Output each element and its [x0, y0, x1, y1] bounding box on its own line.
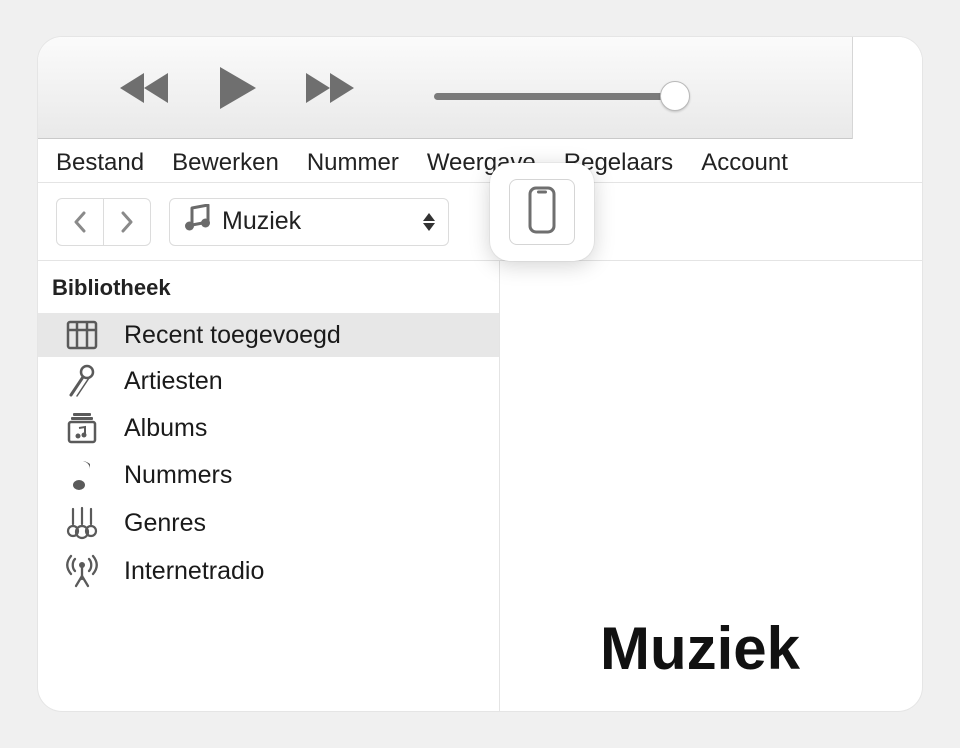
now-playing-panel [852, 37, 922, 139]
device-button-callout [490, 163, 594, 261]
play-button[interactable] [214, 65, 260, 111]
menu-account[interactable]: Account [701, 149, 788, 177]
library-source-select[interactable]: Muziek [169, 198, 449, 246]
sidebar: Bibliotheek Recent toegevoegd Artiesten … [38, 261, 500, 711]
music-icon [184, 204, 210, 239]
content-area: Bibliotheek Recent toegevoegd Artiesten … [38, 261, 922, 711]
menu-bestand[interactable]: Bestand [56, 149, 144, 177]
album-icon [62, 412, 102, 444]
library-source-label: Muziek [222, 207, 301, 236]
sidebar-item-label: Artiesten [124, 367, 223, 396]
sidebar-item-recent[interactable]: Recent toegevoegd [38, 313, 499, 357]
sidebar-item-label: Recent toegevoegd [124, 321, 341, 350]
chevron-left-icon [73, 211, 87, 233]
antenna-icon [62, 554, 102, 588]
volume-slider[interactable] [434, 81, 690, 111]
guitars-icon [62, 506, 102, 540]
sidebar-section-header: Bibliotheek [38, 261, 499, 313]
main-panel: Muziek [500, 261, 922, 711]
sidebar-item-albums[interactable]: Albums [38, 405, 499, 451]
phone-icon [527, 186, 557, 239]
note-icon [62, 458, 102, 492]
volume-knob[interactable] [660, 81, 690, 111]
volume-track [434, 93, 676, 100]
sidebar-item-songs[interactable]: Nummers [38, 451, 499, 499]
page-title: Muziek [600, 614, 800, 683]
chevron-right-icon [120, 211, 134, 233]
playback-controls [118, 65, 356, 111]
nav-forward-button[interactable] [103, 198, 151, 246]
sidebar-item-label: Internetradio [124, 557, 264, 586]
sidebar-item-label: Albums [124, 414, 207, 443]
menubar: Bestand Bewerken Nummer Weergave Regelaa… [38, 139, 922, 183]
playback-bar [38, 37, 922, 139]
menu-nummer[interactable]: Nummer [307, 149, 399, 177]
fast-forward-button[interactable] [304, 73, 356, 103]
app-window: Bestand Bewerken Nummer Weergave Regelaa… [38, 37, 922, 711]
updown-stepper-icon [422, 213, 436, 231]
device-button[interactable] [509, 179, 575, 245]
sidebar-item-label: Genres [124, 509, 206, 538]
navigation-toolbar: Muziek [38, 183, 922, 261]
grid-icon [62, 320, 102, 350]
sidebar-item-artists[interactable]: Artiesten [38, 357, 499, 405]
sidebar-item-radio[interactable]: Internetradio [38, 547, 499, 595]
sidebar-item-genres[interactable]: Genres [38, 499, 499, 547]
menu-bewerken[interactable]: Bewerken [172, 149, 279, 177]
sidebar-item-label: Nummers [124, 461, 232, 490]
rewind-button[interactable] [118, 73, 170, 103]
mic-icon [62, 364, 102, 398]
nav-back-button[interactable] [56, 198, 104, 246]
